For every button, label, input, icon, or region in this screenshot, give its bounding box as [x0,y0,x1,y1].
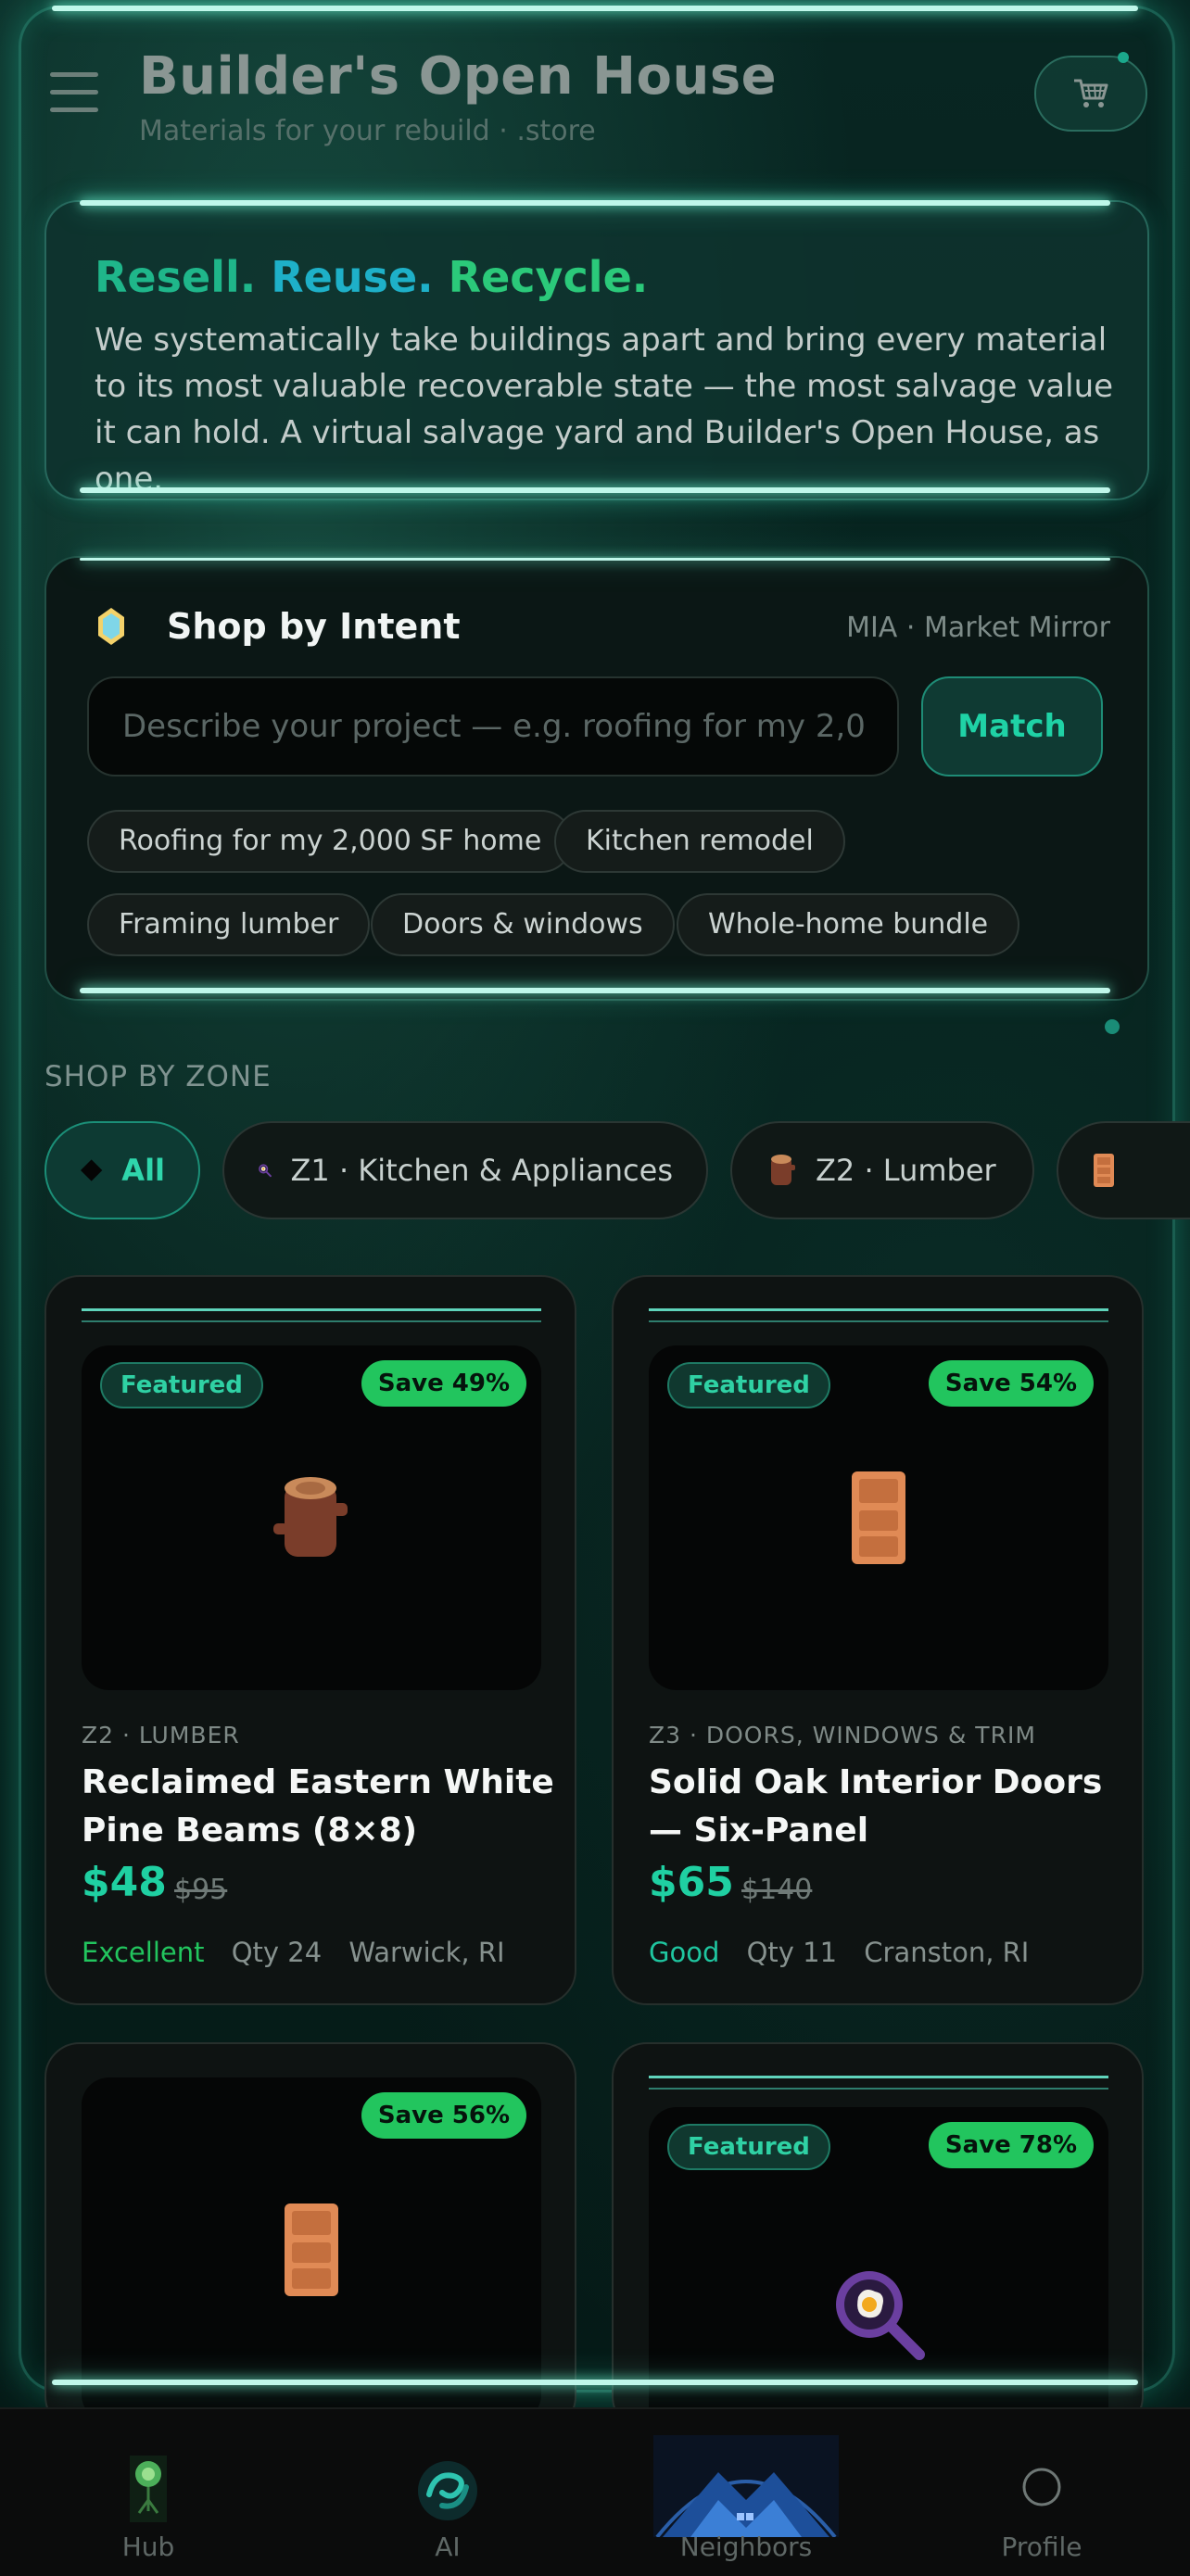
decor-dot [1105,1019,1120,1034]
cart-badge-dot [1118,52,1129,63]
product-zone: Z3 · DOORS, WINDOWS & TRIM [649,1722,1036,1749]
intent-chip-doors-windows[interactable]: Doors & windows [371,893,675,956]
card-accent-lines [82,1308,541,1322]
product-condition: Good [649,1937,720,1968]
zone-chip-label: All [121,1153,165,1188]
intent-chip-whole-home[interactable]: Whole-home bundle [677,893,1020,956]
product-title: Reclaimed Eastern White Pine Beams (8×8) [82,1763,554,1850]
hero-bottom-glow [80,487,1110,493]
product-location: Warwick, RI [348,1937,505,1968]
bottom-navigation: Hub AI Neighbors Profile [0,2407,1190,2576]
door-icon [1094,1154,1114,1187]
shop-by-zone-heading: SHOP BY ZONE [44,1060,272,1093]
save-badge: Save 54% [928,1360,1094,1407]
product-meta: Good Qty 11 Cranston, RI [649,1937,1047,1968]
product-qty: Qty 24 [231,1937,323,1968]
app-subtitle: Materials for your rebuild · .store [139,115,596,147]
product-card[interactable]: Featured Save 49% Z2 · LUMBER Reclaimed … [44,1275,576,2005]
wood-log-icon [771,1155,795,1185]
save-badge: Save 56% [361,2092,526,2139]
product-location: Cranston, RI [864,1937,1030,1968]
gem-icon [98,608,124,645]
intent-top-line [80,558,1110,561]
frying-pan-icon [836,2271,925,2361]
frying-pan-icon [259,1164,272,1178]
nav-item-profile[interactable]: Profile [949,2409,1134,2576]
swirl-orb-icon [418,2461,477,2520]
product-card[interactable]: Featured Save 78% [612,2042,1144,2431]
app-title: Builder's Open House [139,46,778,107]
intent-bottom-glow [80,988,1110,993]
shop-by-intent-title: Shop by Intent [167,606,461,647]
circle-icon [1022,2468,1061,2507]
hero-word-resell: Resell. [95,252,257,302]
product-meta: Excellent Qty 24 Warwick, RI [82,1937,524,1968]
product-original-price: $95 [174,1874,228,1906]
product-image: Featured Save 54% [649,1345,1108,1690]
hero-top-glow [80,200,1110,206]
nav-label: Hub [121,2532,175,2562]
door-icon [285,2203,338,2296]
featured-badge: Featured [100,1362,263,1408]
hero-word-recycle: Recycle. [448,252,649,302]
market-mirror-label: MIA · Market Mirror [846,612,1110,644]
top-glow-line [52,6,1138,11]
product-price: $48 [82,1859,167,1906]
featured-badge: Featured [667,2124,830,2170]
plant-orb-icon [130,2456,167,2522]
intent-chip-kitchen[interactable]: Kitchen remodel [554,810,845,873]
product-card[interactable]: Featured Save 54% Z3 · DOORS, WINDOWS & … [612,1275,1144,2005]
zone-chip-lumber[interactable]: Z2 · Lumber [730,1121,1034,1219]
product-condition: Excellent [82,1937,205,1968]
hamburger-menu-icon[interactable] [50,72,98,120]
shop-by-intent-card: Shop by Intent MIA · Market Mirror Match… [44,556,1149,1001]
project-description-input[interactable] [87,676,899,777]
featured-badge: Featured [667,1362,830,1408]
product-card[interactable]: Save 56% [44,2042,576,2431]
product-price: $65 [649,1859,734,1906]
save-badge: Save 49% [361,1360,526,1407]
nav-label: AI [435,2532,461,2562]
product-image: Save 56% [82,2077,541,2422]
hero-title: Resell. Reuse. Recycle. [95,252,648,302]
product-title: Solid Oak Interior Doors — Six-Panel [649,1763,1103,1850]
zone-chip-doors[interactable] [1057,1121,1190,1219]
product-image: Featured Save 49% [82,1345,541,1690]
hero-card: Resell. Reuse. Recycle. We systematicall… [44,200,1149,500]
nav-item-ai[interactable]: AI [355,2409,540,2576]
diamond-icon [80,1159,103,1181]
house-roof-icon [653,2435,839,2537]
match-button[interactable]: Match [921,676,1103,777]
nav-label: Profile [1001,2532,1082,2562]
nav-item-neighbors[interactable]: Neighbors [653,2409,839,2576]
product-original-price: $140 [741,1874,813,1906]
wood-log-icon [273,1477,348,1557]
card-accent-lines [649,1308,1108,1322]
door-icon [852,1471,905,1564]
product-zone: Z2 · LUMBER [82,1722,240,1749]
nav-label: Neighbors [679,2532,813,2562]
intent-chip-roofing[interactable]: Roofing for my 2,000 SF home [87,810,574,873]
cart-button[interactable] [1034,56,1147,132]
hero-word-reuse: Reuse. [271,252,434,302]
intent-chip-framing[interactable]: Framing lumber [87,893,371,956]
bottom-glow-line [52,2380,1138,2385]
cart-icon [1074,79,1108,107]
nav-item-hub[interactable]: Hub [56,2409,241,2576]
save-badge: Save 78% [928,2122,1094,2168]
zone-chip-label: Z1 · Kitchen & Appliances [290,1153,674,1188]
product-qty: Qty 11 [746,1937,838,1968]
card-accent-lines [649,2076,1108,2090]
zone-chip-all[interactable]: All [44,1121,200,1219]
zone-chip-label: Z2 · Lumber [816,1153,996,1188]
zone-chip-kitchen[interactable]: Z1 · Kitchen & Appliances [222,1121,708,1219]
hero-description: We systematically take buildings apart a… [95,322,1114,498]
